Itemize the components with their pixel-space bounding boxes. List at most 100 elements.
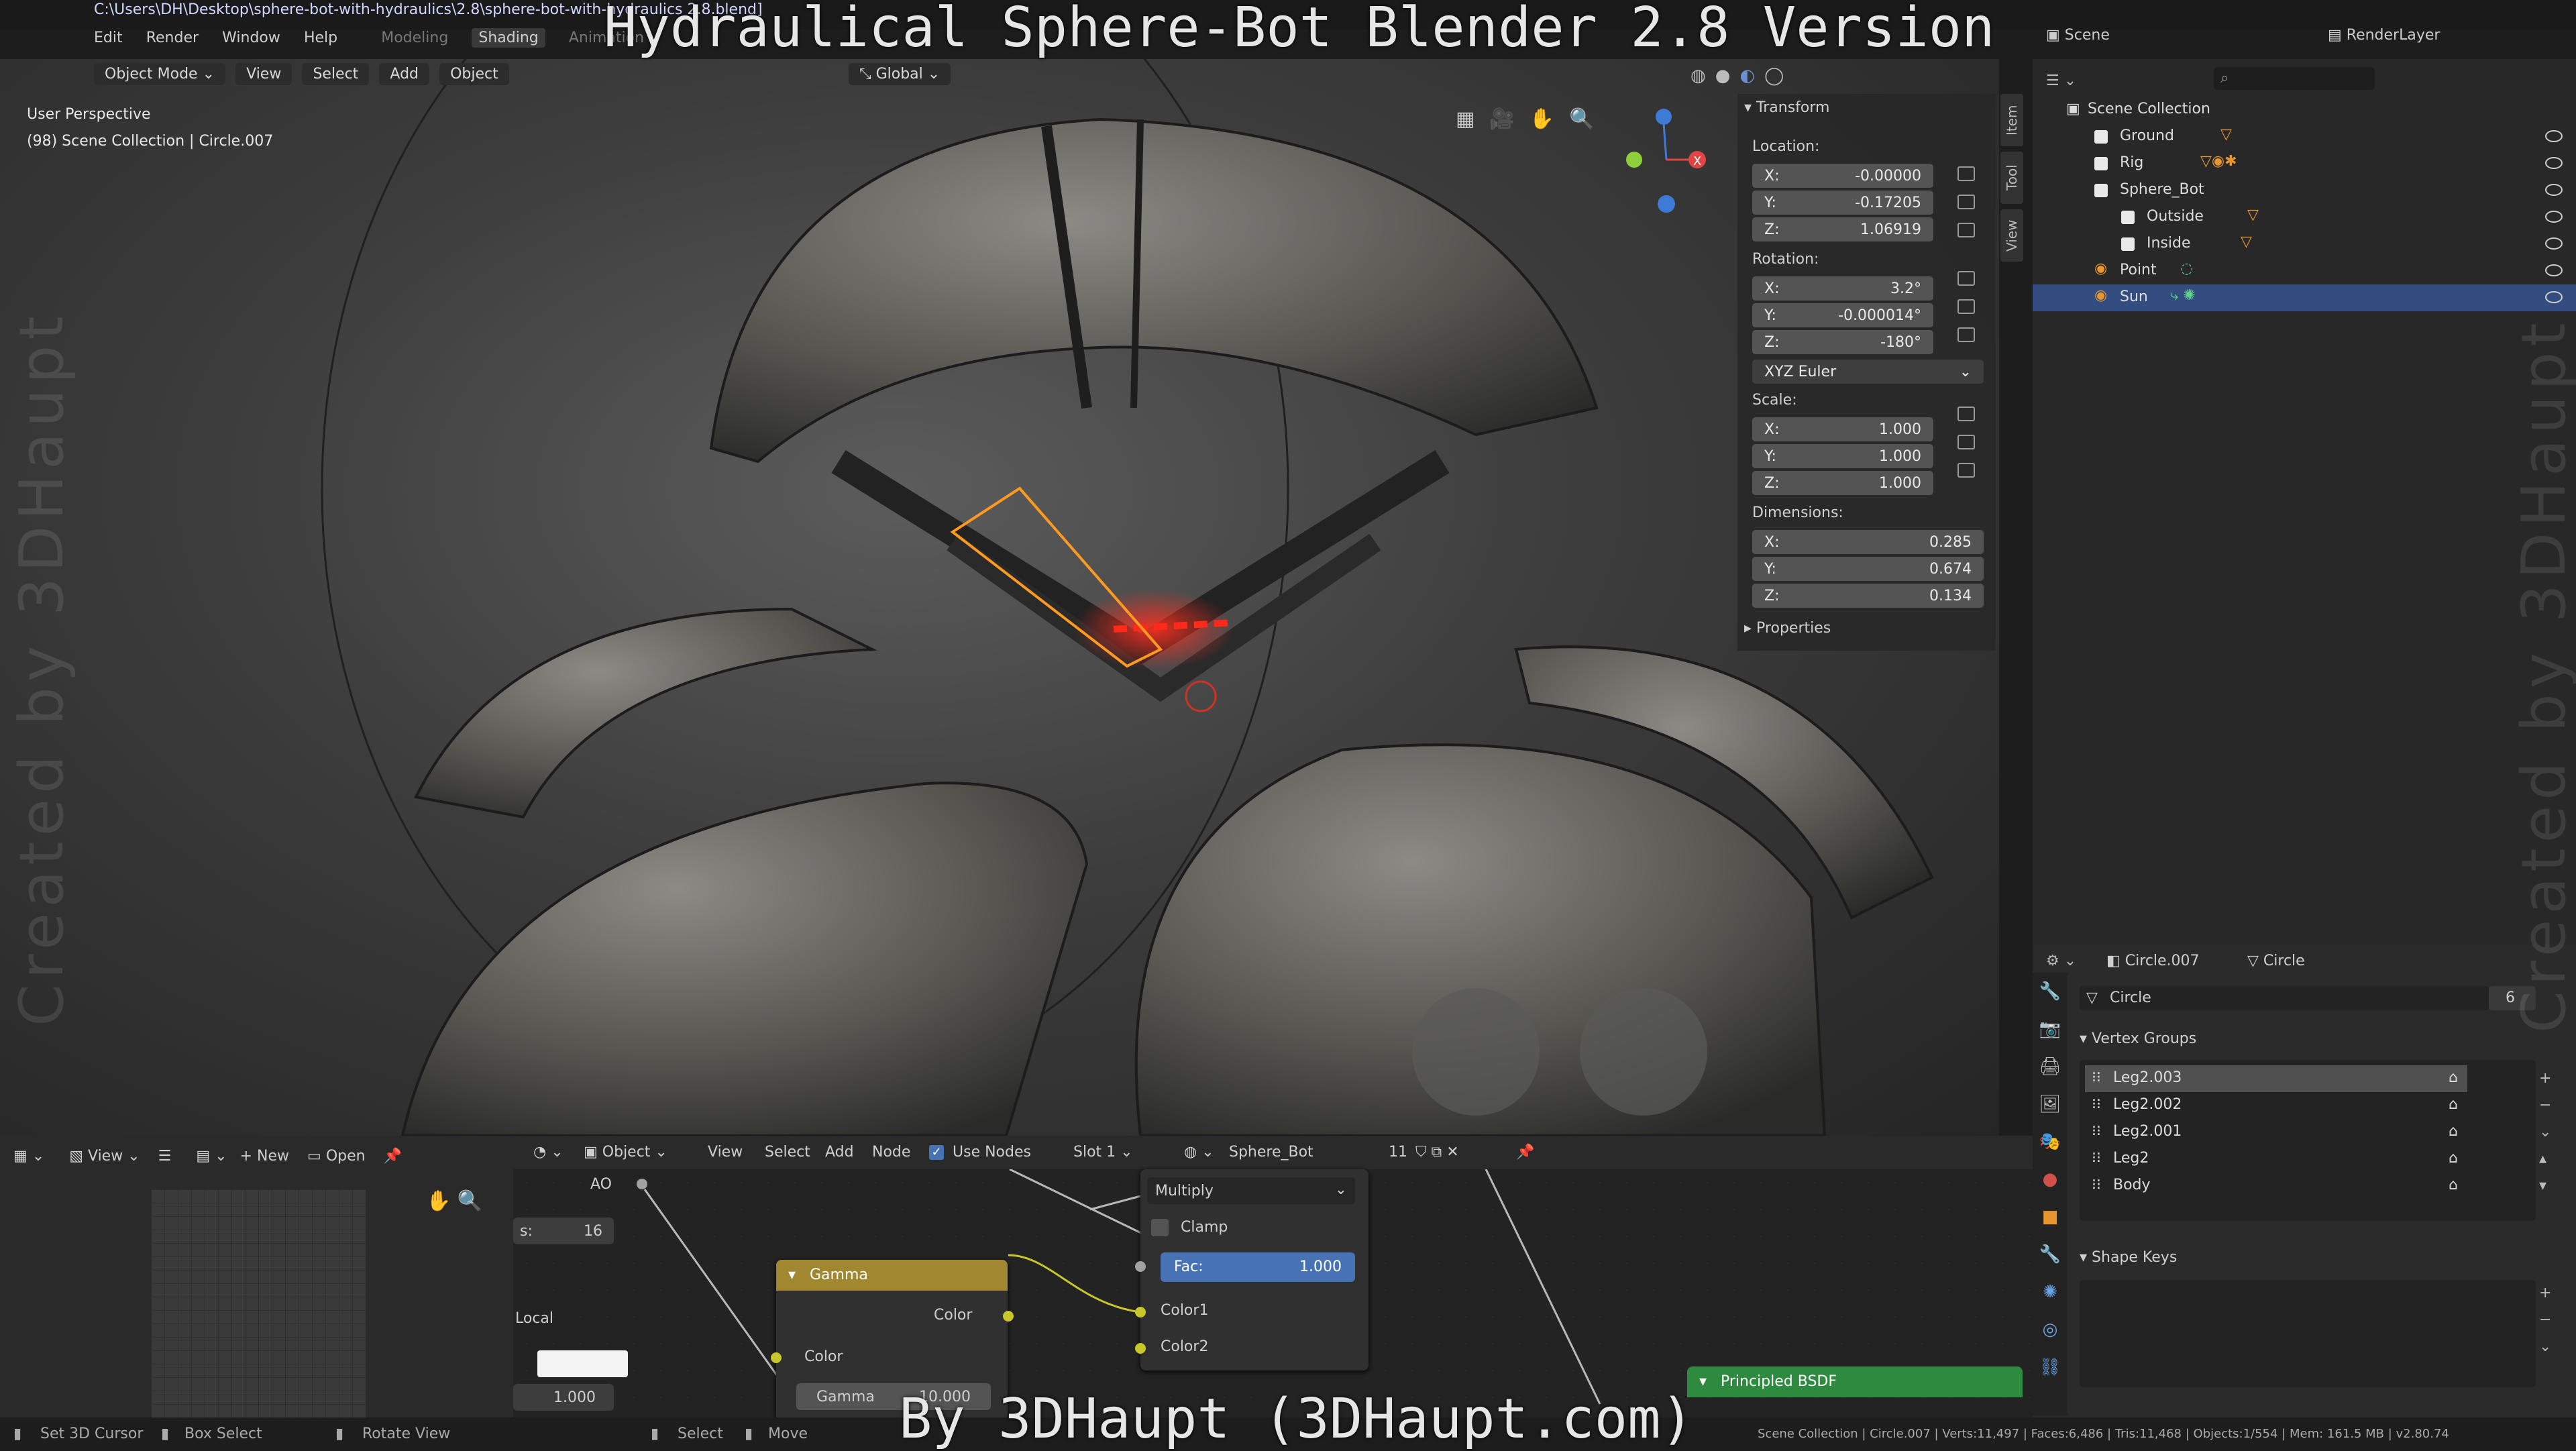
- mesh-datablock-field[interactable]: ▽ Circle: [2080, 986, 2489, 1010]
- image-browse-icon[interactable]: ▤ ⌄: [196, 1148, 227, 1165]
- gamma-node-header[interactable]: ▾ Gamma: [776, 1260, 1008, 1291]
- node-menu-view[interactable]: View: [708, 1144, 743, 1161]
- hand-pan-icon[interactable]: ✋: [1529, 107, 1569, 131]
- camera-icon[interactable]: 🎥: [1489, 107, 1529, 131]
- rendered-shading-icon[interactable]: ◯: [1764, 66, 1793, 86]
- checkbox-icon[interactable]: [2121, 211, 2135, 224]
- lock-icon[interactable]: [1957, 166, 1975, 181]
- checkbox-icon[interactable]: [2121, 237, 2135, 251]
- list-item[interactable]: ⁝⁝ Leg2.002 ⌂: [2085, 1092, 2467, 1119]
- samples-field[interactable]: s: 16: [513, 1218, 614, 1244]
- pin-icon[interactable]: 📌: [1516, 1144, 1534, 1161]
- remove-icon[interactable]: −: [2539, 1307, 2551, 1334]
- chevron-down-icon[interactable]: ⌄: [2539, 1334, 2551, 1360]
- lock-icon[interactable]: ⌂: [2449, 1177, 2458, 1193]
- tool-icon[interactable]: 🔧: [2033, 973, 2068, 1010]
- menu-edit[interactable]: Edit: [94, 30, 123, 46]
- constraint-icon[interactable]: ⛓: [2033, 1348, 2068, 1386]
- lock-icon[interactable]: ⌂: [2449, 1150, 2458, 1167]
- tab-item[interactable]: Item: [2000, 94, 2023, 146]
- chevron-down-icon[interactable]: ⌄: [2539, 1119, 2551, 1146]
- material-shading-icon[interactable]: ◐: [1739, 66, 1764, 86]
- lock-icon[interactable]: [1957, 195, 1975, 209]
- material-users[interactable]: 11: [1389, 1144, 1407, 1161]
- node-menu-add[interactable]: Add: [825, 1144, 854, 1161]
- blend-mode-dropdown[interactable]: Multiply ⌄: [1147, 1177, 1355, 1204]
- outliner-item-ground[interactable]: Ground ▽: [2033, 123, 2576, 150]
- open-image-button[interactable]: ▭ Open: [307, 1148, 366, 1165]
- lock-icon[interactable]: ⌂: [2449, 1096, 2458, 1113]
- outliner-scene-collection[interactable]: ▣ Scene Collection: [2033, 97, 2576, 123]
- properties-panel-header[interactable]: ▸ Properties: [1744, 620, 1831, 637]
- node-menu-node[interactable]: Node: [872, 1144, 910, 1161]
- use-nodes-checkbox[interactable]: ✓: [929, 1145, 944, 1160]
- remove-icon[interactable]: −: [2539, 1092, 2551, 1119]
- pin-icon[interactable]: 📌: [384, 1148, 402, 1165]
- vp-menu-add[interactable]: Add: [379, 63, 429, 85]
- shader-type-dropdown[interactable]: ▣ Object ⌄: [584, 1144, 667, 1161]
- lock-icon[interactable]: ⌂: [2449, 1123, 2458, 1140]
- collapse-icon[interactable]: ▾: [1699, 1373, 1707, 1390]
- gamma-output-socket[interactable]: [1003, 1311, 1014, 1322]
- distance-field[interactable]: 1.000: [513, 1384, 614, 1411]
- view-layer-selector[interactable]: ▤ RenderLayer: [2328, 27, 2440, 44]
- material-browse[interactable]: ◍ ⌄: [1184, 1144, 1214, 1161]
- tab-modeling[interactable]: Modeling: [381, 30, 448, 46]
- menu-render[interactable]: Render: [146, 30, 199, 46]
- eye-icon[interactable]: [2545, 130, 2563, 142]
- rotation-x-field[interactable]: X: 3.2°: [1752, 276, 1933, 301]
- checkbox-icon[interactable]: [2094, 130, 2108, 144]
- outliner-display-mode[interactable]: ☰ ⌄: [2046, 72, 2076, 89]
- outliner-item-outside[interactable]: Outside ▽: [2033, 204, 2576, 231]
- location-x-field[interactable]: X: -0.00000: [1752, 164, 1933, 188]
- image-canvas[interactable]: [151, 1189, 366, 1417]
- zoom-icon[interactable]: 🔍: [1569, 107, 1609, 131]
- mix-rgb-node[interactable]: Multiply ⌄ Clamp Fac: 1.000 Color1 Color…: [1135, 1169, 1368, 1371]
- lock-icon[interactable]: [1957, 327, 1975, 342]
- scale-x-field[interactable]: X: 1.000: [1752, 417, 1933, 441]
- lock-icon[interactable]: [1957, 299, 1975, 314]
- location-y-field[interactable]: Y: -0.17205: [1752, 191, 1933, 215]
- add-icon[interactable]: +: [2539, 1280, 2551, 1307]
- ao-output-socket[interactable]: [637, 1179, 647, 1189]
- color-swatch[interactable]: [537, 1350, 628, 1377]
- grid-icon[interactable]: ▦: [1456, 107, 1489, 131]
- color1-input-socket[interactable]: [1135, 1307, 1146, 1318]
- outliner-item-rig[interactable]: Rig ▽◉✱: [2033, 150, 2576, 177]
- wireframe-shading-icon[interactable]: ◍: [1690, 66, 1715, 86]
- tab-tool[interactable]: Tool: [2000, 152, 2023, 204]
- eye-icon[interactable]: [2545, 237, 2563, 250]
- dimensions-y-field[interactable]: Y: 0.674: [1752, 557, 1984, 581]
- scale-z-field[interactable]: Z: 1.000: [1752, 471, 1933, 495]
- menu-window[interactable]: Window: [222, 30, 280, 46]
- slot-dropdown[interactable]: Slot 1 ⌄: [1073, 1144, 1133, 1161]
- orientation-dropdown[interactable]: ⤡ Global ⌄: [849, 63, 957, 85]
- list-item[interactable]: ⁝⁝ Body ⌂: [2085, 1173, 2467, 1199]
- rotation-y-field[interactable]: Y: -0.000014°: [1752, 303, 1933, 327]
- solid-shading-icon[interactable]: ●: [1715, 66, 1740, 86]
- tab-shading[interactable]: Shading: [472, 28, 545, 48]
- principled-bsdf-node[interactable]: ▾ Principled BSDF: [1687, 1366, 2023, 1397]
- checkbox-icon[interactable]: [2094, 184, 2108, 197]
- color2-input-socket[interactable]: [1135, 1343, 1146, 1354]
- object-icon[interactable]: ■: [2033, 1198, 2068, 1236]
- eye-icon[interactable]: [2545, 211, 2563, 223]
- vp-menu-select[interactable]: Select: [302, 63, 370, 85]
- lock-icon[interactable]: [1957, 407, 1975, 421]
- shape-keys-list[interactable]: [2080, 1280, 2536, 1387]
- transform-panel-header[interactable]: ▾ Transform: [1744, 99, 1829, 116]
- vp-menu-view[interactable]: View: [235, 63, 292, 85]
- fake-user-icon[interactable]: ⛉ ⧉ ✕: [1415, 1144, 1459, 1161]
- new-image-button[interactable]: + New: [240, 1148, 289, 1165]
- vp-menu-object[interactable]: Object: [439, 63, 509, 85]
- outliner-item-sphere-bot[interactable]: Sphere_Bot: [2033, 177, 2576, 204]
- shading-buttons[interactable]: ◍●◐◯: [1690, 66, 1793, 86]
- lock-icon[interactable]: [1957, 463, 1975, 478]
- rotation-mode-dropdown[interactable]: XYZ Euler ⌄: [1752, 360, 1984, 384]
- mode-dropdown[interactable]: Object Mode ⌄: [94, 63, 226, 85]
- lock-icon[interactable]: [1957, 435, 1975, 449]
- fac-input-socket[interactable]: [1135, 1261, 1146, 1272]
- material-name[interactable]: Sphere_Bot: [1229, 1144, 1313, 1161]
- properties-editor-type[interactable]: ⚙ ⌄: [2046, 953, 2076, 969]
- vertex-groups-header[interactable]: ▾ Vertex Groups: [2080, 1030, 2196, 1047]
